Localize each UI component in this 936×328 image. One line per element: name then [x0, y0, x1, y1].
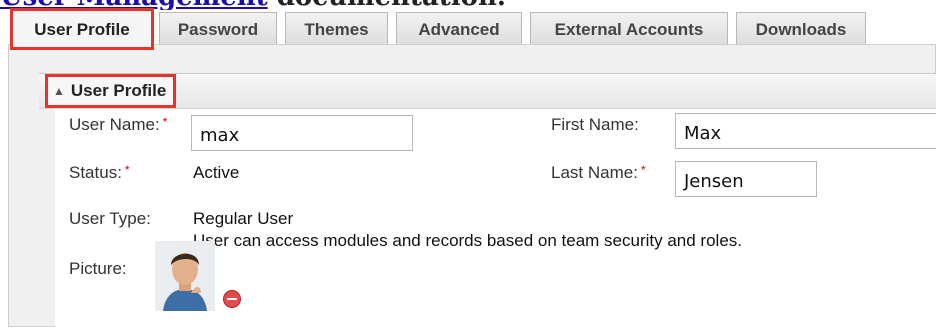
- user-photo-icon: [155, 241, 215, 311]
- tab-label: Password: [177, 19, 259, 39]
- picture-label: Picture:: [69, 259, 127, 278]
- tab-password[interactable]: Password: [159, 12, 277, 46]
- collapse-chevron-icon: ▲: [53, 84, 65, 98]
- section-header: ▲ User Profile: [39, 73, 936, 109]
- remove-picture-button[interactable]: [223, 290, 241, 308]
- user-profile-panel: ▲ User Profile User Name: * max Status: * …: [8, 44, 936, 328]
- user-avatar: [155, 241, 215, 311]
- tab-label: Themes: [304, 19, 369, 39]
- tab-user-profile[interactable]: User Profile: [10, 8, 154, 50]
- user-type-label: User Type:: [69, 209, 151, 228]
- last-name-input[interactable]: Jensen: [675, 161, 817, 197]
- section-toggle[interactable]: ▲ User Profile: [44, 74, 177, 108]
- tab-label: External Accounts: [554, 19, 704, 39]
- section-title: User Profile: [70, 81, 167, 100]
- tab-external-accounts[interactable]: External Accounts: [530, 12, 728, 46]
- tab-bar: User Profile Password Themes Advanced Ex…: [8, 8, 936, 50]
- required-marker: *: [124, 163, 130, 177]
- tab-downloads[interactable]: Downloads: [736, 12, 866, 46]
- user-name-label: User Name: *: [69, 115, 168, 134]
- first-name-label: First Name:: [551, 115, 639, 134]
- user-type-value: Regular User: [193, 209, 294, 228]
- tab-label: Downloads: [755, 19, 847, 39]
- required-marker: *: [162, 115, 168, 129]
- user-type-description: User can access modules and records base…: [193, 231, 742, 250]
- tab-label: Advanced: [418, 19, 500, 39]
- required-marker: *: [640, 163, 646, 177]
- last-name-label: Last Name: *: [551, 163, 646, 182]
- user-name-input[interactable]: max: [191, 115, 413, 151]
- status-label: Status: *: [69, 163, 130, 182]
- first-name-input[interactable]: Max: [675, 113, 936, 149]
- status-value: Active: [193, 163, 240, 182]
- tab-advanced[interactable]: Advanced: [396, 12, 522, 46]
- tab-label: User Profile: [34, 19, 130, 39]
- tab-themes[interactable]: Themes: [285, 12, 388, 46]
